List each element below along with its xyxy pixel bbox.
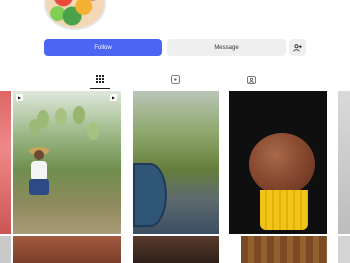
tagged-icon [246,75,256,84]
grid-icon [96,75,104,83]
message-button[interactable]: Message [167,39,286,56]
post-thumbnail-row2-partial-right[interactable] [338,236,350,263]
video-badge-icon: ▶ [110,94,117,101]
add-user-icon [293,43,302,52]
post-thumbnail-row2-1[interactable] [13,236,121,263]
post-thumbnail-mango-farm[interactable]: ▶ ▶ [13,91,121,234]
tab-posts[interactable] [93,72,107,86]
post-thumbnail-row2-3[interactable] [241,236,327,263]
farmer-figure [29,147,49,195]
tab-tagged[interactable] [244,72,258,86]
add-user-button[interactable] [289,39,306,56]
post-thumbnail-coconut-dessert[interactable] [229,91,327,234]
post-thumbnail-row2-partial[interactable] [0,236,11,263]
profile-tabs [0,72,350,88]
profile-avatar[interactable] [44,0,106,30]
tab-reels[interactable] [168,72,182,86]
post-thumbnail-partial-right[interactable] [338,91,350,234]
post-thumbnail-row2-2[interactable] [133,236,219,263]
post-thumbnail-outdoor-cooking[interactable] [133,91,219,234]
post-thumbnail-partial[interactable] [0,91,11,234]
reels-icon [170,74,180,84]
active-tab-indicator [90,88,110,89]
blue-pan [133,163,167,227]
reel-badge-icon: ▶ [16,94,23,101]
yellow-pot [260,190,308,230]
follow-button[interactable]: Follow [44,39,162,56]
coconut [249,133,315,195]
